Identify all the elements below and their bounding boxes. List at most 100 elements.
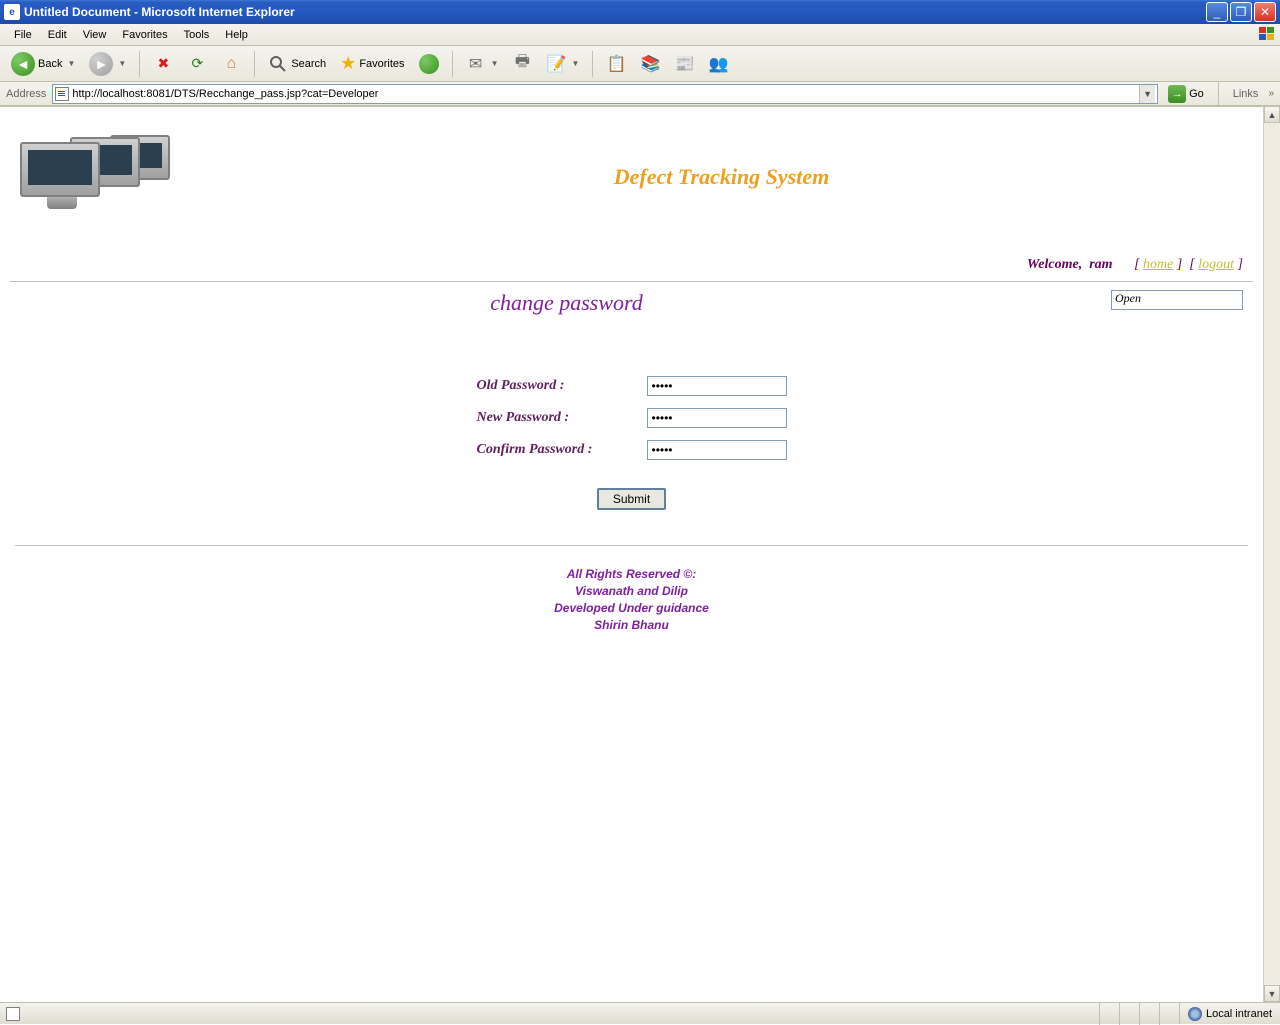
print-button[interactable]: 🖶 [507, 51, 537, 77]
ie-icon: e [4, 4, 20, 20]
stop-icon: ✖ [153, 54, 173, 74]
menu-edit[interactable]: Edit [40, 26, 75, 44]
statusbar-separators [1099, 1003, 1179, 1025]
statusbar-left [0, 1007, 1099, 1021]
toolbar-separator [452, 51, 453, 77]
logout-link[interactable]: logout [1198, 257, 1234, 272]
label-confirm-password: Confirm Password : [477, 442, 647, 458]
search-icon [268, 54, 288, 74]
refresh-button[interactable]: ⟳ [182, 51, 212, 77]
minimize-button[interactable]: _ [1206, 2, 1228, 22]
refresh-icon: ⟳ [187, 54, 207, 74]
input-old-password[interactable] [647, 376, 787, 396]
windows-flag-icon [1258, 26, 1276, 42]
window-title: Untitled Document - Microsoft Internet E… [24, 5, 1206, 19]
address-label: Address [6, 88, 46, 100]
history-button[interactable] [414, 51, 444, 77]
chevron-down-icon: ▼ [67, 59, 75, 68]
form-title: change password [0, 290, 1253, 316]
chevron-down-icon: ▼ [118, 59, 126, 68]
edit-button[interactable]: 📝▼ [541, 51, 584, 77]
monitors-image [10, 127, 190, 227]
discuss-button[interactable]: 📋 [601, 51, 631, 77]
row-old-password: Old Password : [477, 376, 787, 396]
row-confirm-password: Confirm Password : [477, 440, 787, 460]
edit-icon: 📝 [546, 54, 566, 74]
research-button[interactable]: 📚 [635, 51, 665, 77]
page-header: Defect Tracking System [10, 127, 1253, 227]
addressbar: Address ▼ → Go Links » [0, 82, 1280, 106]
footer-line3: Developed Under guidance [10, 600, 1253, 617]
stop-button[interactable]: ✖ [148, 51, 178, 77]
divider [15, 545, 1248, 546]
scroll-up-button[interactable]: ▲ [1264, 106, 1280, 123]
zone-label: Local intranet [1206, 1008, 1272, 1020]
links-label[interactable]: Links [1229, 88, 1263, 100]
chevron-down-icon: ▼ [571, 59, 579, 68]
submit-row: Submit [477, 488, 787, 510]
back-button[interactable]: ◄ Back ▼ [6, 49, 80, 79]
mail-button[interactable]: ✉▼ [461, 51, 504, 77]
forward-icon: ► [89, 52, 113, 76]
page-icon [55, 87, 69, 101]
links-expand-icon[interactable]: » [1268, 88, 1274, 99]
app-title: Defect Tracking System [190, 164, 1253, 190]
chevron-down-icon: ▼ [491, 59, 499, 68]
row-new-password: New Password : [477, 408, 787, 428]
go-label: Go [1189, 88, 1204, 100]
zone-icon [1188, 1007, 1202, 1021]
maximize-button[interactable]: ❐ [1230, 2, 1252, 22]
print-icon: 🖶 [512, 54, 532, 74]
window-buttons: _ ❐ ✕ [1206, 2, 1276, 22]
toolbar-separator [592, 51, 593, 77]
submit-button[interactable]: Submit [597, 488, 666, 510]
search-label: Search [291, 58, 326, 70]
footer-line2: Viswanath and Dilip [10, 583, 1253, 600]
toolbar: ◄ Back ▼ ► ▼ ✖ ⟳ ⌂ Search ★ Favorites ✉▼… [0, 46, 1280, 82]
go-button[interactable]: → Go [1164, 84, 1208, 104]
page-icon [6, 1007, 20, 1021]
favorites-button[interactable]: ★ Favorites [335, 50, 409, 77]
input-new-password[interactable] [647, 408, 787, 428]
statusbar: Local intranet [0, 1002, 1280, 1024]
back-icon: ◄ [11, 52, 35, 76]
menu-favorites[interactable]: Favorites [114, 26, 175, 44]
messenger-button[interactable]: 👥 [703, 51, 733, 77]
research-icon: 📚 [640, 54, 660, 74]
close-button[interactable]: ✕ [1254, 2, 1276, 22]
label-new-password: New Password : [477, 410, 647, 426]
discuss-icon: 📋 [606, 54, 626, 74]
favorites-label: Favorites [359, 58, 404, 70]
label-old-password: Old Password : [477, 378, 647, 394]
menu-view[interactable]: View [75, 26, 115, 44]
page-footer: All Rights Reserved ©: Viswanath and Dil… [10, 566, 1253, 634]
welcome-label: Welcome, ram [1027, 257, 1113, 272]
related-icon: 📰 [674, 54, 694, 74]
toolbar-separator [1218, 81, 1219, 107]
search-button[interactable]: Search [263, 51, 331, 77]
forward-button[interactable]: ► ▼ [84, 49, 131, 79]
page-content: Defect Tracking System Welcome, ram [ ho… [0, 107, 1263, 644]
address-input[interactable] [72, 88, 1139, 100]
menu-help[interactable]: Help [217, 26, 256, 44]
footer-line1: All Rights Reserved ©: [10, 566, 1253, 583]
history-icon [419, 54, 439, 74]
menu-tools[interactable]: Tools [176, 26, 218, 44]
home-button[interactable]: ⌂ [216, 51, 246, 77]
statusbar-zone: Local intranet [1179, 1003, 1280, 1024]
home-link[interactable]: home [1143, 257, 1173, 272]
address-input-wrap[interactable]: ▼ [52, 84, 1158, 104]
address-dropdown[interactable]: ▼ [1139, 85, 1155, 103]
open-select[interactable]: Open [1111, 290, 1243, 310]
related-button[interactable]: 📰 [669, 51, 699, 77]
footer-line4: Shirin Bhanu [10, 617, 1253, 634]
menubar: File Edit View Favorites Tools Help [0, 24, 1280, 46]
menu-file[interactable]: File [6, 26, 40, 44]
mail-icon: ✉ [466, 54, 486, 74]
input-confirm-password[interactable] [647, 440, 787, 460]
scroll-down-button[interactable]: ▼ [1264, 985, 1280, 1002]
star-icon: ★ [340, 53, 356, 74]
viewport: Defect Tracking System Welcome, ram [ ho… [0, 106, 1280, 1002]
vertical-scrollbar[interactable]: ▲ ▼ [1263, 106, 1280, 1002]
go-icon: → [1168, 85, 1186, 103]
